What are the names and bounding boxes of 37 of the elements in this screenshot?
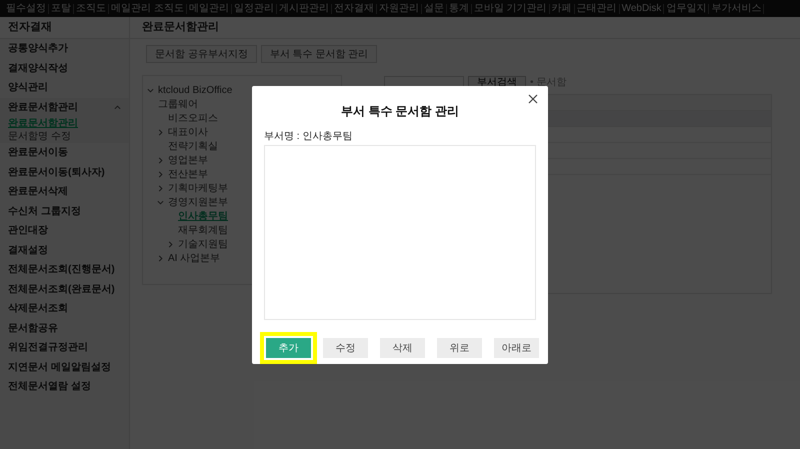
tree-item[interactable]: 재무회계팀 <box>178 224 228 238</box>
tree-item[interactable]: 전략기획실 <box>168 140 218 154</box>
tree-item[interactable]: 비즈오피스 <box>168 112 218 126</box>
action-button[interactable]: 아래로 <box>494 338 539 358</box>
tree-item[interactable]: 인사총무팀 <box>178 210 228 224</box>
action-button[interactable]: 위로 <box>437 338 482 358</box>
sidebar-item[interactable]: 전체문서조회(진행문서) <box>8 262 115 278</box>
sidebar-item[interactable]: 완료문서이동(퇴사자) <box>8 164 105 180</box>
add-button[interactable]: 추가 <box>266 338 311 358</box>
sidebar-item[interactable]: 문서함공유 <box>8 320 58 336</box>
tree-item[interactable]: 영업본부 <box>168 154 208 168</box>
sidebar-item[interactable]: 완료문서함관리 <box>8 100 78 115</box>
close-icon[interactable] <box>528 94 538 104</box>
sidebar-item[interactable]: 공통양식추가 <box>8 41 68 56</box>
sidebar-item[interactable]: 완료문서이동 <box>8 145 68 160</box>
tree-item[interactable]: AI 사업본부 <box>168 252 220 266</box>
tree-item[interactable]: 전산본부 <box>168 168 208 182</box>
action-button[interactable]: 삭제 <box>380 338 425 358</box>
sidebar-item[interactable]: 결재양식작성 <box>8 60 68 76</box>
sidebar-item[interactable]: 삭제문서조회 <box>8 301 68 316</box>
tree-item[interactable]: 기술지원팀 <box>178 238 228 252</box>
sidebar-item[interactable]: 위임전결규정관리 <box>8 340 88 356</box>
tree-item[interactable]: 경영지원본부 <box>168 196 228 210</box>
sidebar-item[interactable]: 결재설정 <box>8 242 48 258</box>
department-label: 부서명 : 인사총무팀 <box>264 130 354 144</box>
sidebar-item[interactable]: 전체문서조회(완료문서) <box>8 282 115 297</box>
sidebar-item[interactable]: 전체문서열람 설정 <box>8 379 91 394</box>
sidebar-item[interactable]: 수신처 그룹지정 <box>8 204 81 219</box>
sidebar-subitem[interactable]: 완료문서함관리 <box>8 116 78 131</box>
sidebar-item[interactable]: 완료문서삭제 <box>8 184 68 200</box>
modal-title: 부서 특수 문서함 관리 <box>340 103 460 120</box>
action-button[interactable]: 수정 <box>323 338 368 358</box>
sidebar-item[interactable]: 양식관리 <box>8 80 48 96</box>
tree-item[interactable]: 기획마케팅부 <box>168 182 228 196</box>
sidebar-item[interactable]: 지연문서 메일알림설정 <box>8 360 111 375</box>
tree-item[interactable]: 대표이사 <box>168 126 208 140</box>
sidebar-item[interactable]: 관인대장 <box>8 223 48 238</box>
